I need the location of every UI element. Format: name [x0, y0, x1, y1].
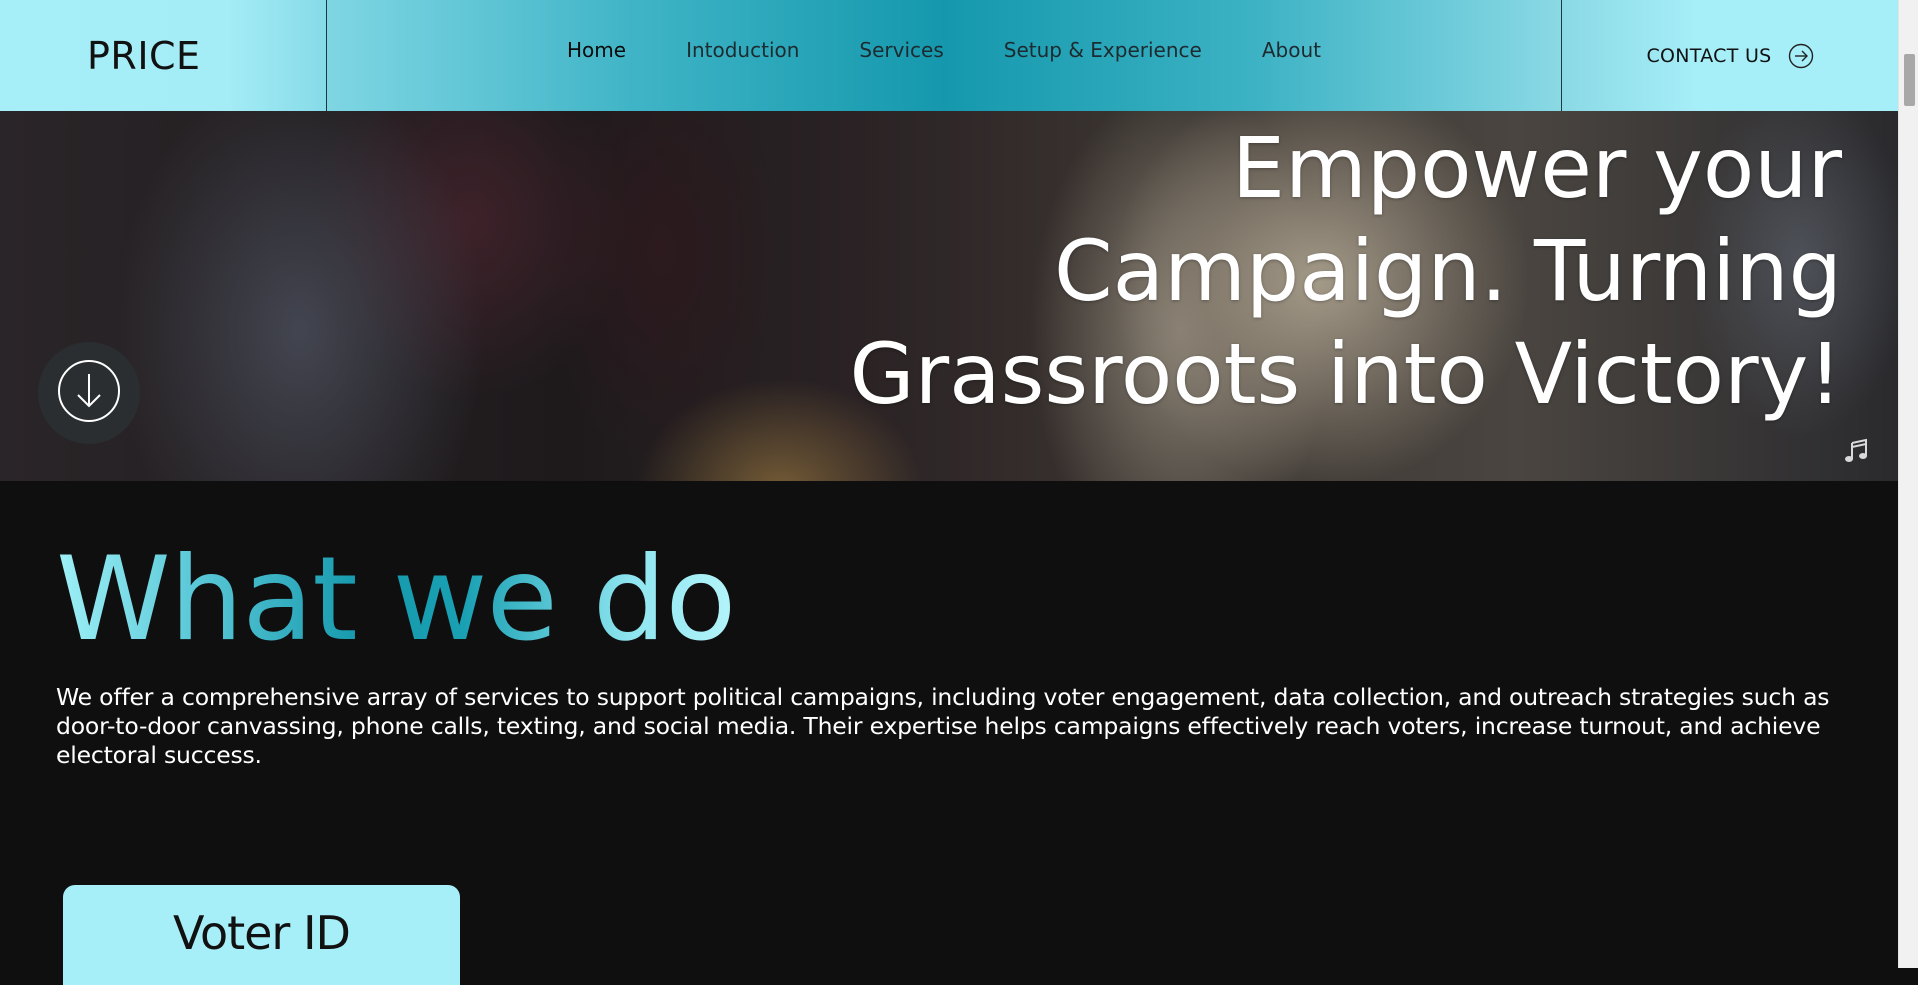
hero-banner: Empower your Campaign. Turning Grassroot… [0, 111, 1898, 481]
service-card-title: Voter ID [173, 906, 351, 960]
arrow-right-circle-icon [1788, 43, 1814, 69]
nav-item-introduction[interactable]: Intoduction [656, 38, 829, 62]
section-description: We offer a comprehensive array of servic… [56, 683, 1830, 769]
hero-title-line-3: Grassroots into Victory! [849, 325, 1843, 423]
page-scrollbar[interactable] [1898, 0, 1918, 968]
nav-item-home[interactable]: Home [537, 38, 656, 62]
nav-item-about[interactable]: About [1232, 38, 1351, 62]
site-header: PRICE Home Intoduction Services Setup & … [0, 0, 1898, 111]
music-note-icon[interactable] [1843, 437, 1871, 465]
brand-logo-text[interactable]: PRICE [87, 34, 201, 78]
nav-item-services[interactable]: Services [829, 38, 973, 62]
scroll-down-button[interactable] [38, 342, 140, 444]
service-card-voter-id[interactable]: Voter ID [63, 885, 460, 985]
nav-item-setup-experience[interactable]: Setup & Experience [974, 38, 1232, 62]
arrow-down-circle-icon [56, 358, 122, 428]
hero-title-line-2: Campaign. Turning [1053, 222, 1842, 320]
brand-container: PRICE [0, 0, 327, 111]
scrollbar-thumb[interactable] [1904, 54, 1915, 106]
section-title: What we do [56, 530, 736, 670]
hero-title: Empower your Campaign. Turning Grassroot… [692, 117, 1843, 426]
contact-us-button[interactable]: CONTACT US [1562, 0, 1898, 111]
main-nav: Home Intoduction Services Setup & Experi… [327, 0, 1562, 111]
contact-us-label: CONTACT US [1646, 44, 1772, 67]
hero-title-line-1: Empower your [1231, 119, 1842, 217]
